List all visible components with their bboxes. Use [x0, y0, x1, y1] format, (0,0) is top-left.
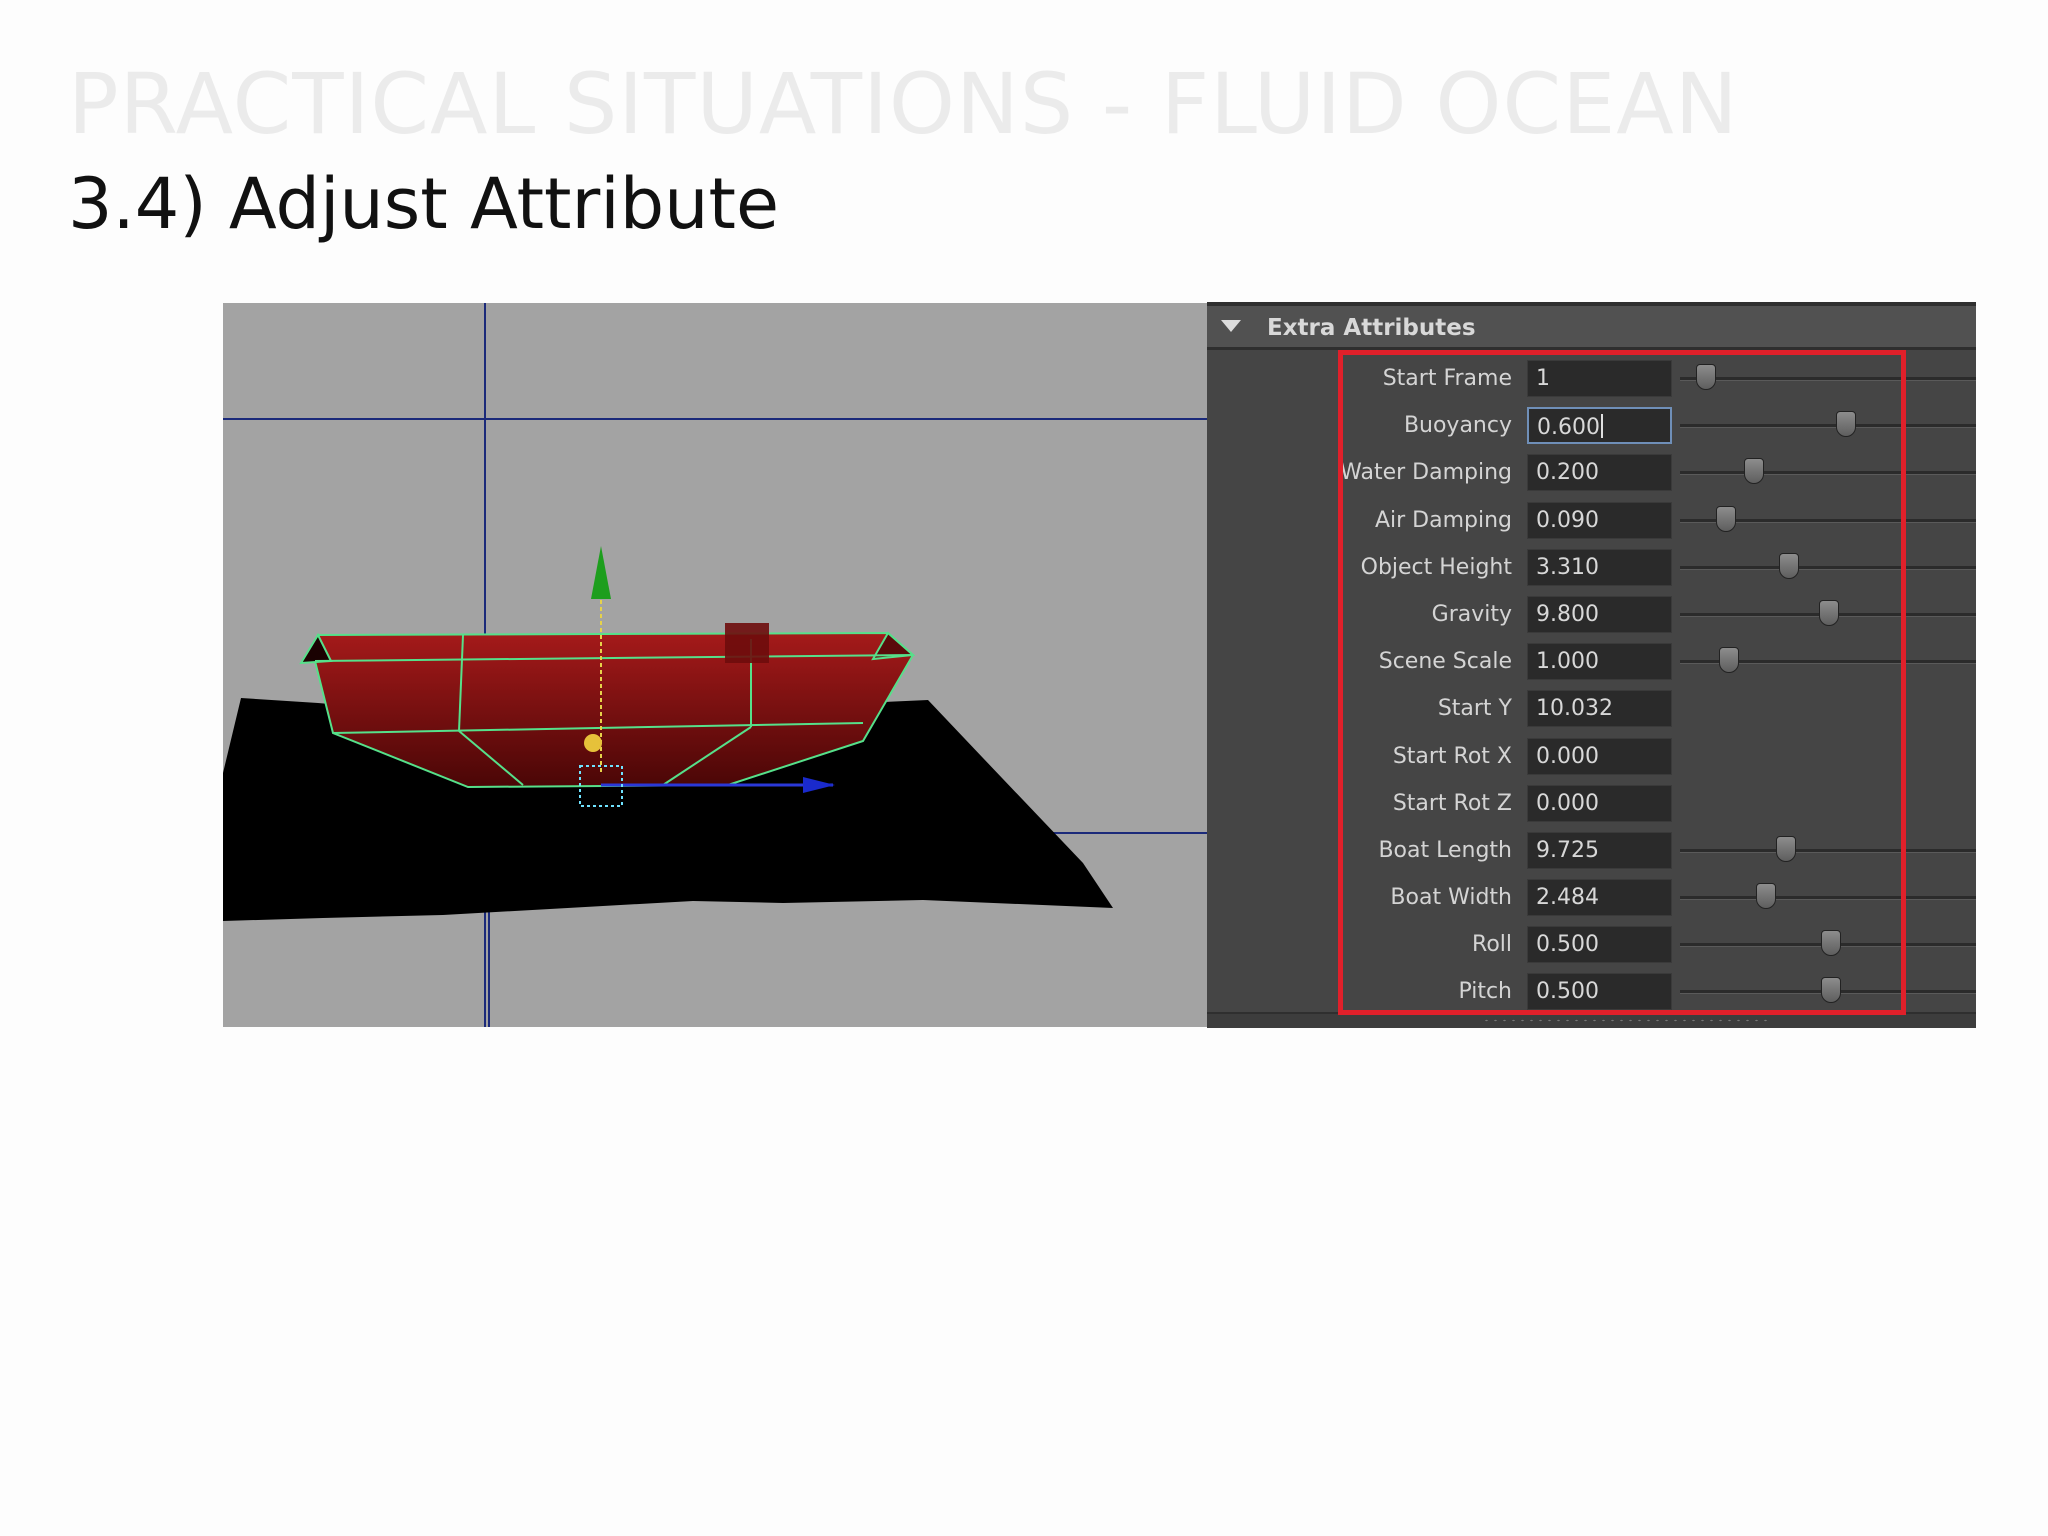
attribute-value: 0.200 — [1536, 460, 1599, 486]
collapse-triangle-icon[interactable] — [1221, 320, 1241, 332]
attribute-label: Air Damping — [1374, 507, 1512, 533]
slider-handle-icon[interactable] — [1756, 883, 1776, 910]
boat-cargo-block — [725, 623, 769, 663]
attribute-label: Object Height — [1360, 554, 1512, 580]
attribute-label: Gravity — [1431, 601, 1512, 627]
attribute-slider[interactable] — [1680, 879, 1976, 916]
attribute-value-field[interactable]: 1.000 — [1527, 643, 1672, 681]
attribute-row: Start Y 10.032 — [1207, 688, 1976, 735]
resize-grip-icon[interactable] — [1482, 1018, 1772, 1023]
slider-handle-icon[interactable] — [1696, 364, 1716, 390]
attribute-value-field[interactable]: 0.090 — [1527, 501, 1672, 539]
attribute-label: Start Y — [1437, 696, 1512, 722]
attribute-row: Boat Width 2.484 — [1207, 877, 1976, 924]
slider-track[interactable] — [1680, 848, 1976, 853]
attribute-label: Boat Width — [1390, 885, 1512, 911]
slider-handle-icon[interactable] — [1836, 411, 1856, 438]
attribute-label: Start Rot X — [1392, 743, 1512, 769]
attribute-row: Water Damping 0.200 — [1207, 452, 1976, 499]
attribute-slider[interactable] — [1680, 360, 1976, 397]
attribute-value: 1.000 — [1536, 649, 1599, 675]
slider-track[interactable] — [1680, 377, 1976, 381]
attribute-slider[interactable] — [1680, 643, 1976, 680]
slider-track[interactable] — [1680, 424, 1976, 429]
attribute-label: Scene Scale — [1378, 649, 1512, 675]
slider-handle-icon[interactable] — [1743, 458, 1764, 485]
slider-track[interactable] — [1680, 471, 1976, 476]
slider-track[interactable] — [1680, 896, 1976, 901]
attribute-slider[interactable] — [1680, 832, 1976, 869]
attribute-slider[interactable] — [1680, 407, 1976, 444]
attribute-value: 0.600 — [1537, 415, 1600, 441]
attribute-label: Start Frame — [1382, 366, 1512, 391]
slider-handle-icon[interactable] — [1718, 647, 1739, 674]
slider-handle-icon[interactable] — [1776, 835, 1796, 862]
slider-handle-icon[interactable] — [1818, 599, 1839, 626]
slider-handle-icon[interactable] — [1716, 505, 1736, 532]
attribute-value: 0.090 — [1536, 507, 1599, 533]
slider-handle-icon[interactable] — [1821, 977, 1841, 1004]
attribute-label: Buoyancy — [1403, 413, 1512, 439]
attribute-row: Gravity 9.800 — [1207, 594, 1976, 641]
slide-subheading: 3.4) Adjust Attribute — [68, 163, 780, 245]
attribute-slider[interactable] — [1680, 454, 1976, 491]
move-manipulator-icon — [591, 546, 611, 599]
attribute-row: Roll 0.500 — [1207, 924, 1976, 971]
extra-attributes-header[interactable]: Extra Attributes — [1207, 306, 1976, 350]
attribute-value: 3.310 — [1536, 554, 1599, 580]
attribute-row: Scene Scale 1.000 — [1207, 641, 1976, 688]
attribute-value: 9.725 — [1536, 837, 1599, 863]
attribute-value-field[interactable]: 0.600 — [1527, 407, 1672, 445]
attribute-slider[interactable] — [1680, 549, 1976, 586]
attribute-value-field[interactable]: 0.500 — [1527, 926, 1672, 964]
attribute-value-field[interactable]: 9.800 — [1527, 595, 1672, 633]
attribute-row: Buoyancy 0.600 — [1207, 405, 1976, 452]
attribute-row: Air Damping 0.090 — [1207, 500, 1976, 547]
attribute-value-field[interactable]: 0.200 — [1527, 454, 1672, 492]
panel-bottom-bar — [1207, 1012, 1976, 1028]
attribute-slider[interactable] — [1680, 973, 1976, 1010]
attribute-value: 0.000 — [1536, 790, 1599, 816]
text-caret — [1600, 414, 1603, 439]
attribute-value-field[interactable]: 3.310 — [1527, 548, 1672, 586]
attribute-slider[interactable] — [1680, 926, 1976, 963]
attribute-row: Start Rot Z 0.000 — [1207, 783, 1976, 830]
slider-handle-icon[interactable] — [1778, 552, 1799, 579]
attribute-value: 0.000 — [1536, 743, 1599, 769]
attribute-value-field[interactable]: 1 — [1527, 360, 1672, 397]
attribute-value: 0.500 — [1536, 979, 1599, 1005]
attribute-label: Water Damping — [1340, 460, 1512, 486]
attribute-label: Pitch — [1458, 979, 1512, 1005]
viewport-scene — [223, 303, 1209, 1027]
slider-handle-icon[interactable] — [1821, 930, 1841, 957]
attribute-value-field[interactable]: 2.484 — [1527, 879, 1672, 917]
attribute-editor-panel: Extra Attributes Start Frame 1 Buoyancy 0.6… — [1207, 302, 1976, 1028]
attribute-value: 9.800 — [1536, 601, 1599, 627]
section-title: Extra Attributes — [1267, 315, 1476, 341]
3d-viewport[interactable] — [223, 303, 1209, 1027]
slide-heading: PRACTICAL SITUATIONS - FLUID OCEAN — [68, 55, 1739, 153]
attribute-value: 2.484 — [1536, 885, 1599, 911]
slider-track[interactable] — [1680, 565, 1976, 570]
attribute-row: Object Height 3.310 — [1207, 547, 1976, 594]
attribute-row: Start Frame 1 — [1207, 358, 1976, 405]
attribute-label: Boat Length — [1378, 837, 1512, 863]
attribute-label: Start Rot Z — [1392, 790, 1512, 816]
attribute-value: 1 — [1536, 366, 1550, 391]
pivot-point — [584, 734, 602, 752]
attribute-value: 10.032 — [1536, 696, 1613, 722]
attribute-label: Roll — [1472, 932, 1512, 958]
attribute-value: 0.500 — [1536, 932, 1599, 958]
attribute-slider[interactable] — [1680, 502, 1976, 539]
attribute-value-field[interactable]: 0.500 — [1527, 973, 1672, 1011]
attribute-list: Start Frame 1 Buoyancy 0.600 Water Damping 0.… — [1207, 358, 1976, 1019]
attribute-value-field[interactable]: 9.725 — [1527, 831, 1672, 869]
attribute-value-field[interactable]: 0.000 — [1527, 737, 1672, 775]
attribute-value-field[interactable]: 0.000 — [1527, 784, 1672, 822]
attribute-slider[interactable] — [1680, 596, 1976, 633]
attribute-row: Boat Length 9.725 — [1207, 830, 1976, 877]
attribute-value-field[interactable]: 10.032 — [1527, 690, 1672, 728]
attribute-row: Start Rot X 0.000 — [1207, 736, 1976, 783]
